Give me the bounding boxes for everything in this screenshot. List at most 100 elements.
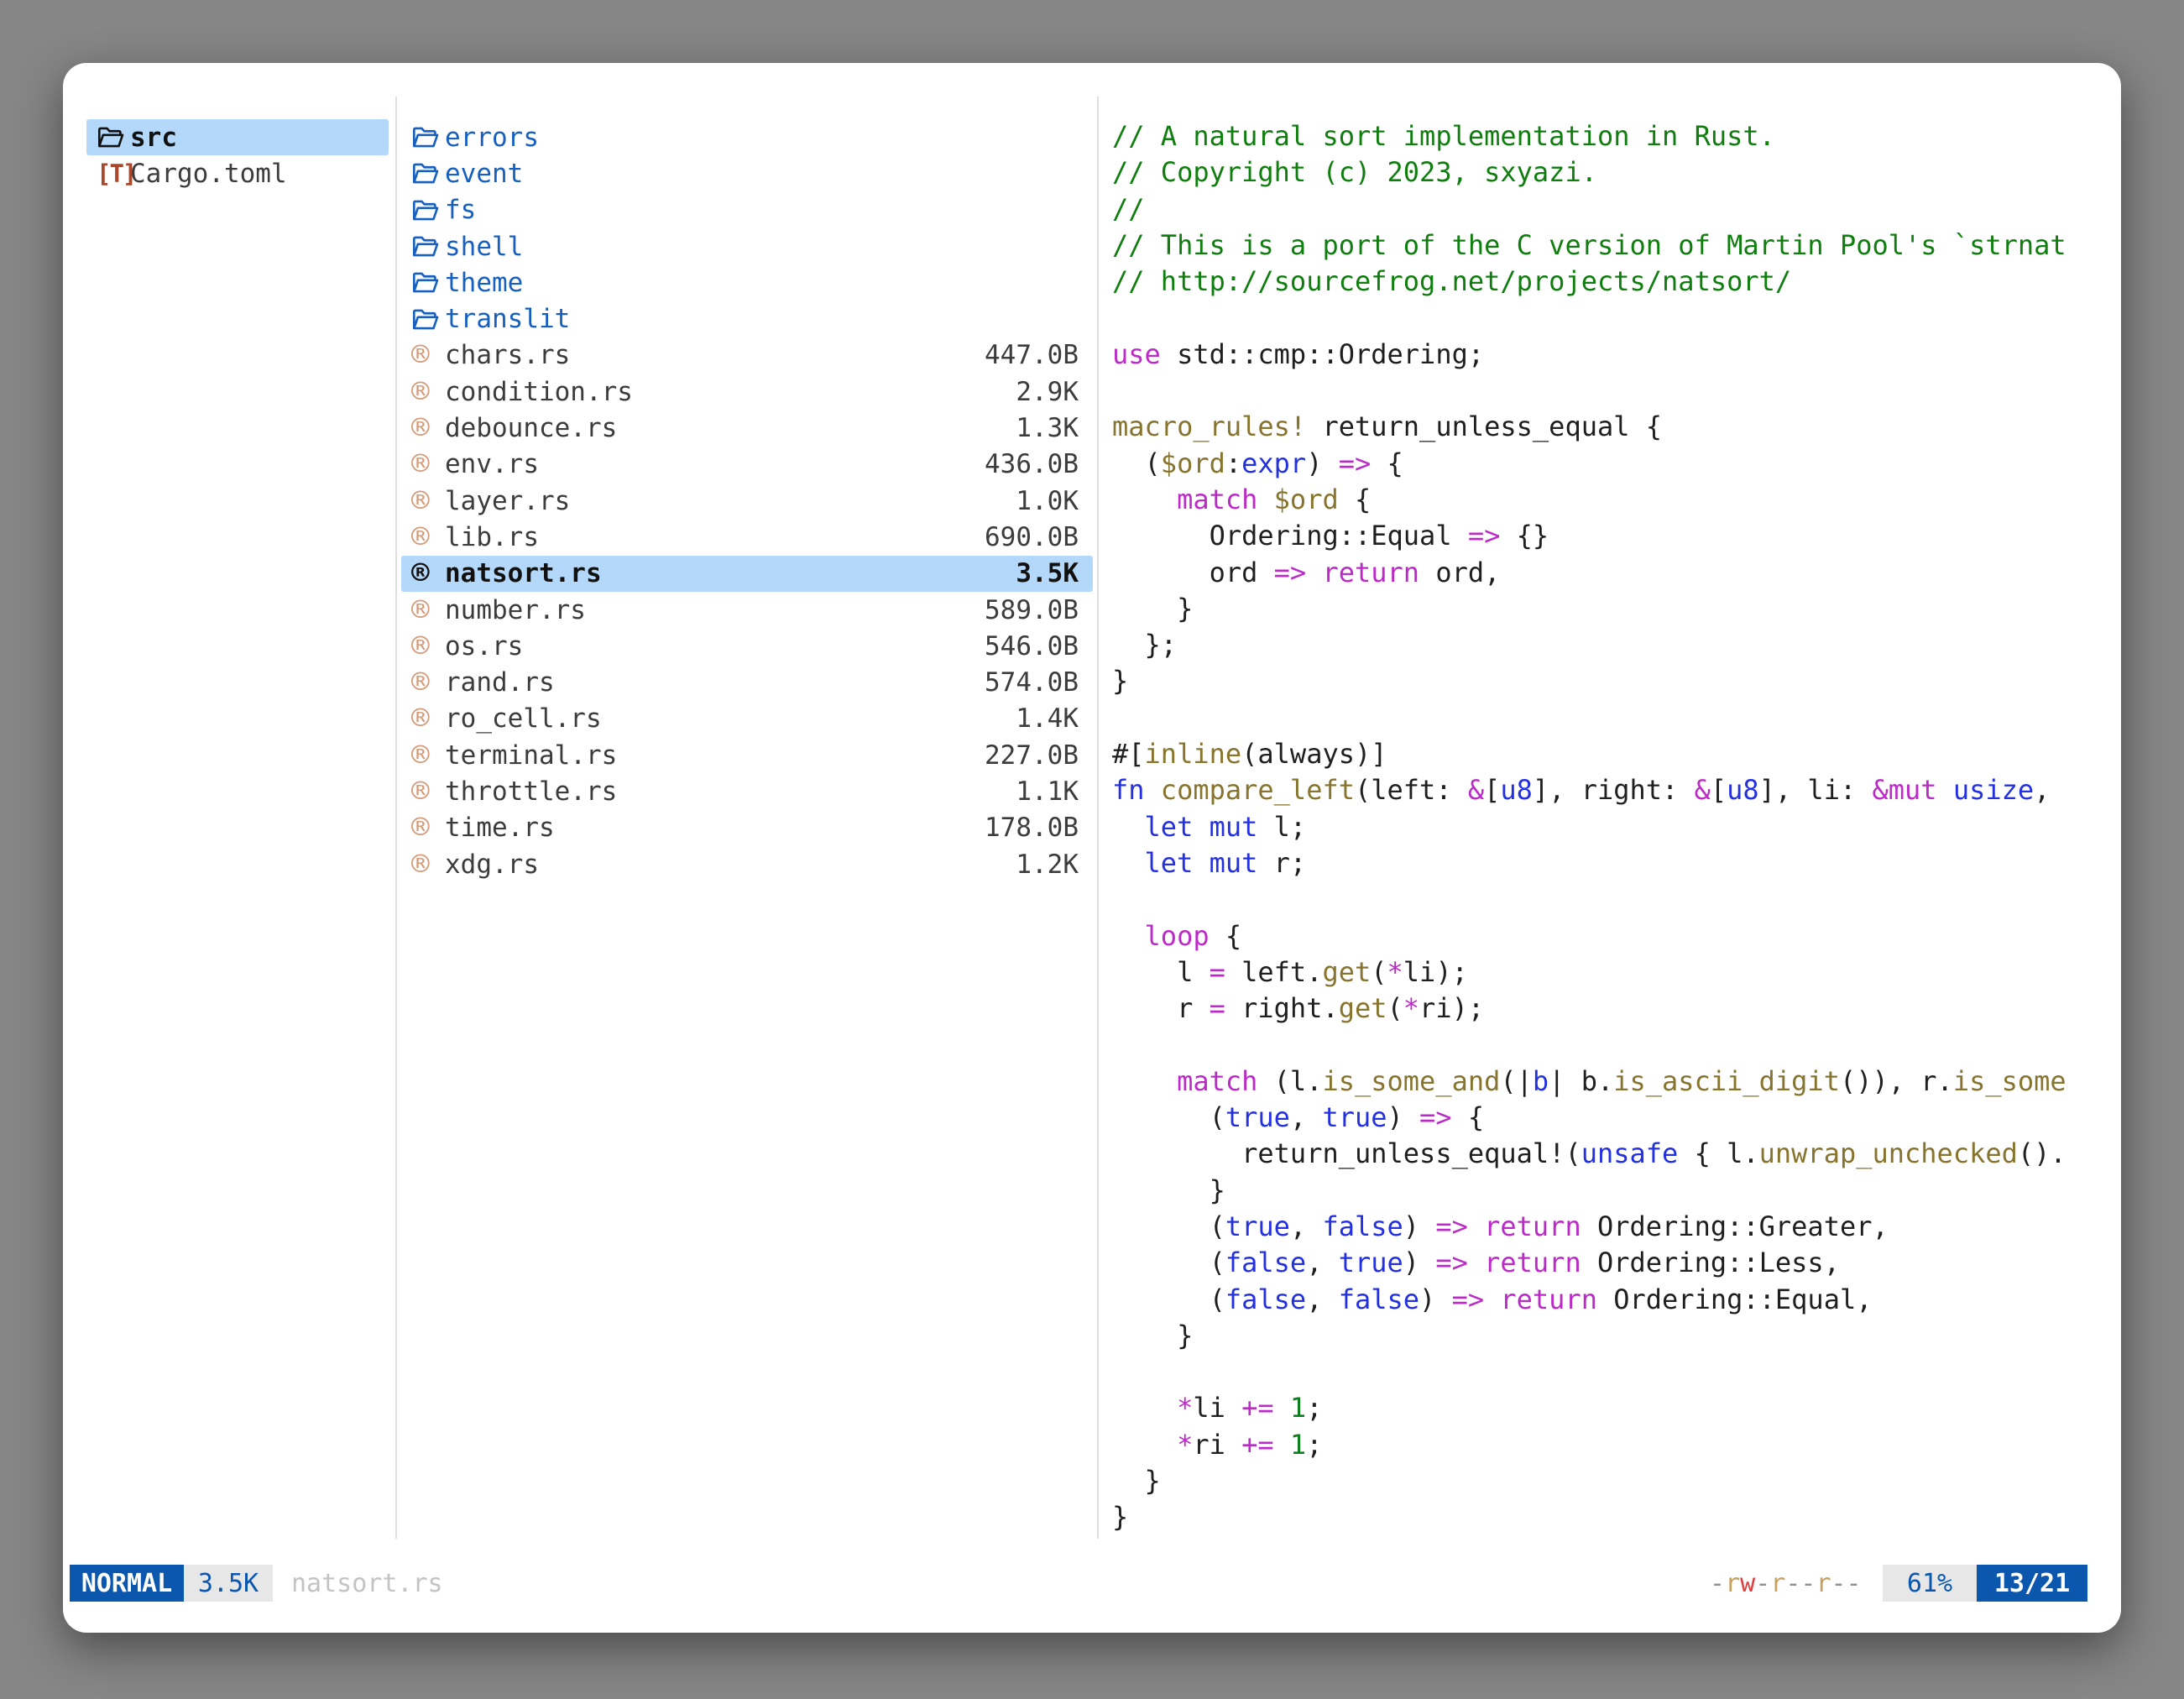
- rust-file-icon: ®: [411, 703, 445, 734]
- current-row-fs[interactable]: fs: [401, 192, 1093, 228]
- rust-file-icon: ®: [411, 377, 445, 407]
- code-line: // This is a port of the C version of Ma…: [1112, 227, 2108, 264]
- code-line: (false, false) => return Ordering::Equal…: [1112, 1282, 2108, 1318]
- parent-row-Cargo.toml[interactable]: [T]Cargo.toml: [86, 155, 389, 191]
- rust-file-icon: ®: [411, 740, 445, 771]
- file-size: 690.0B: [985, 522, 1079, 552]
- file-size: 436.0B: [985, 449, 1079, 479]
- rust-file-icon: ®: [411, 449, 445, 479]
- folder-open-icon: [411, 198, 445, 222]
- code-line: }: [1112, 591, 2108, 627]
- code-line: }: [1112, 1173, 2108, 1209]
- current-row-throttle.rs[interactable]: ®throttle.rs1.1K: [401, 773, 1093, 809]
- file-size: 227.0B: [985, 740, 1079, 771]
- code-line: // Copyright (c) 2023, sxyazi.: [1112, 154, 2108, 191]
- file-name: layer.rs: [445, 486, 570, 516]
- code-line: let mut r;: [1112, 845, 2108, 881]
- current-row-shell[interactable]: shell: [401, 228, 1093, 264]
- current-row-os.rs[interactable]: ®os.rs546.0B: [401, 628, 1093, 664]
- file-name: xdg.rs: [445, 850, 539, 880]
- current-row-number.rs[interactable]: ®number.rs 589.0B: [401, 592, 1093, 628]
- file-size: 1.2K: [1016, 850, 1079, 880]
- status-bar: NORMAL 3.5K natsort.rs -rw-r--r-- 61% 13…: [63, 1565, 2121, 1602]
- preview-pane: // A natural sort implementation in Rust…: [1112, 118, 2108, 1545]
- current-row-xdg.rs[interactable]: ®xdg.rs1.2K: [401, 846, 1093, 882]
- code-line: ord => return ord,: [1112, 555, 2108, 591]
- current-pane: errorsevent fs shell themetranslit®chars.rs…: [401, 119, 1093, 882]
- code-line: [1112, 700, 2108, 736]
- code-line: [1112, 1027, 2108, 1063]
- code-line: (true, false) => return Ordering::Greate…: [1112, 1209, 2108, 1245]
- file-name: lib.rs: [445, 522, 539, 552]
- scroll-percent-indicator: 61%: [1883, 1565, 1977, 1602]
- file-size-indicator: 3.5K: [184, 1565, 273, 1602]
- file-size: 3.5K: [1016, 558, 1079, 588]
- file-size: 574.0B: [985, 667, 1079, 698]
- pane-separator: [395, 97, 397, 1539]
- file-name: terminal.rs: [445, 740, 617, 771]
- current-row-layer.rs[interactable]: ®layer.rs1.0K: [401, 483, 1093, 519]
- toml-file-icon: [T]: [97, 159, 130, 188]
- file-name: env.rs: [445, 449, 539, 479]
- current-row-theme[interactable]: theme: [401, 264, 1093, 301]
- rust-file-icon: ®: [411, 558, 445, 588]
- current-row-chars.rs[interactable]: ®chars.rs447.0B: [401, 337, 1093, 374]
- current-row-env.rs[interactable]: ®env.rs 436.0B: [401, 447, 1093, 483]
- code-line: [1112, 300, 2108, 336]
- file-name: theme: [445, 268, 523, 298]
- file-size: 447.0B: [985, 340, 1079, 370]
- folder-open-icon: [411, 125, 445, 149]
- current-row-debounce.rs[interactable]: ®debounce.rs1.3K: [401, 410, 1093, 446]
- rust-file-icon: ®: [411, 413, 445, 443]
- code-line: l = left.get(*li);: [1112, 954, 2108, 991]
- current-row-translit[interactable]: translit: [401, 301, 1093, 337]
- current-row-lib.rs[interactable]: ®lib.rs690.0B: [401, 519, 1093, 555]
- code-line: };: [1112, 627, 2108, 663]
- rust-file-icon: ®: [411, 631, 445, 661]
- file-size: 589.0B: [985, 595, 1079, 625]
- file-name: Cargo.toml: [130, 159, 287, 189]
- current-row-rand.rs[interactable]: ®rand.rs574.0B: [401, 664, 1093, 700]
- mode-indicator: NORMAL: [70, 1565, 184, 1602]
- code-line: [1112, 881, 2108, 917]
- yazi-window: src[T]Cargo.toml errorsevent fs shell theme…: [63, 63, 2121, 1633]
- rust-file-icon: ®: [411, 667, 445, 698]
- parent-row-src[interactable]: src: [86, 119, 389, 155]
- folder-open-icon: [411, 234, 445, 259]
- file-name: condition.rs: [445, 377, 633, 407]
- current-row-terminal.rs[interactable]: ®terminal.rs 227.0B: [401, 737, 1093, 773]
- current-row-ro_cell.rs[interactable]: ®ro_cell.rs1.4K: [401, 701, 1093, 737]
- file-size: 1.4K: [1016, 703, 1079, 734]
- file-name: number.rs: [445, 595, 586, 625]
- code-line: *ri += 1;: [1112, 1427, 2108, 1463]
- file-name: time.rs: [445, 813, 555, 843]
- file-name: natsort.rs: [445, 558, 602, 588]
- file-name: shell: [445, 232, 523, 262]
- file-size: 2.9K: [1016, 377, 1079, 407]
- code-line: macro_rules! return_unless_equal {: [1112, 409, 2108, 445]
- file-size: 1.1K: [1016, 776, 1079, 807]
- code-line: ($ord:expr) => {: [1112, 446, 2108, 482]
- file-name: throttle.rs: [445, 776, 617, 807]
- code-line: #[inline(always)]: [1112, 736, 2108, 772]
- file-name: src: [130, 123, 177, 153]
- rust-file-icon: ®: [411, 595, 445, 625]
- current-row-natsort.rs[interactable]: ®natsort.rs 3.5K: [401, 556, 1093, 592]
- code-line: }: [1112, 1318, 2108, 1354]
- file-name: fs: [445, 195, 476, 225]
- code-line: loop {: [1112, 918, 2108, 954]
- code-line: }: [1112, 663, 2108, 699]
- permissions-indicator: -rw-r--r--: [1710, 1565, 1862, 1602]
- code-line: *li += 1;: [1112, 1390, 2108, 1426]
- code-line: // A natural sort implementation in Rust…: [1112, 118, 2108, 154]
- folder-open-icon: [411, 161, 445, 186]
- current-row-condition.rs[interactable]: ®condition.rs 2.9K: [401, 374, 1093, 410]
- code-line: }: [1112, 1463, 2108, 1499]
- folder-open-icon: [411, 270, 445, 295]
- current-row-errors[interactable]: errors: [401, 119, 1093, 155]
- current-row-event[interactable]: event: [401, 155, 1093, 191]
- code-line: return_unless_equal!(unsafe { l.unwrap_u…: [1112, 1136, 2108, 1172]
- current-row-time.rs[interactable]: ®time.rs178.0B: [401, 810, 1093, 846]
- file-name: errors: [445, 123, 539, 153]
- status-filename: natsort.rs: [291, 1565, 443, 1602]
